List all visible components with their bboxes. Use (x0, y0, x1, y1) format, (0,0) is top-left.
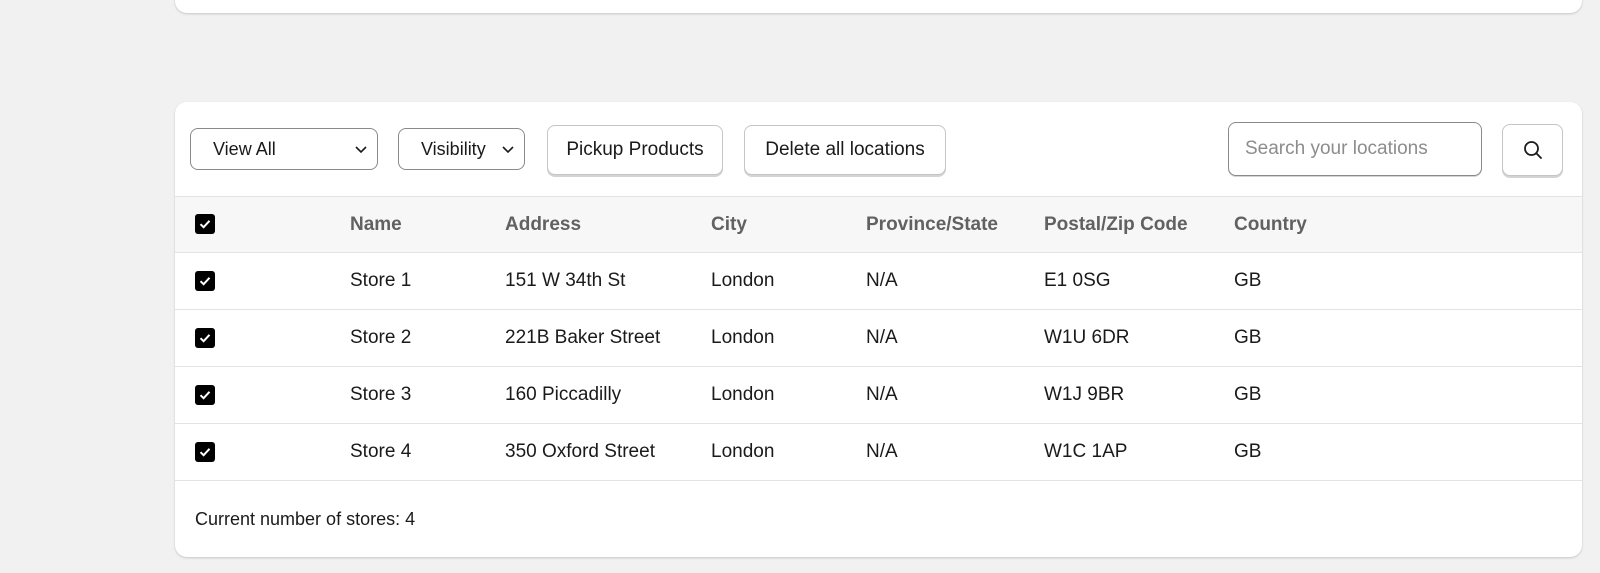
cell-country: GB (1234, 423, 1582, 481)
toolbar: View All Visibility Pickup Products Dele… (175, 102, 1582, 196)
row-checkbox[interactable] (195, 384, 215, 405)
column-header-city[interactable]: City (711, 196, 866, 253)
cell-city: London (711, 309, 866, 367)
cell-postal: W1U 6DR (1044, 309, 1234, 367)
cell-province: N/A (866, 423, 1044, 481)
chevron-down-icon (355, 146, 367, 154)
cell-city: London (711, 252, 866, 310)
cell-name: Store 2 (350, 309, 505, 367)
cell-province: N/A (866, 252, 1044, 310)
table-row[interactable]: Store 1 151 W 34th St London N/A E1 0SG … (175, 252, 1582, 310)
row-checkbox[interactable] (195, 441, 215, 462)
cell-postal: E1 0SG (1044, 252, 1234, 310)
row-select-cell (175, 309, 350, 367)
column-header-postal[interactable]: Postal/Zip Code (1044, 196, 1234, 253)
checkmark-icon (199, 220, 211, 230)
cell-country: GB (1234, 366, 1582, 424)
table-header-row: Name Address City Province/State Postal/… (175, 196, 1582, 253)
select-all-checkbox[interactable] (195, 214, 215, 235)
cell-name: Store 3 (350, 366, 505, 424)
cell-name: Store 4 (350, 423, 505, 481)
view-all-select[interactable]: View All (190, 128, 378, 170)
visibility-select-value: Visibility (421, 138, 486, 159)
cell-city: London (711, 423, 866, 481)
cell-country: GB (1234, 252, 1582, 310)
cell-address: 160 Piccadilly (505, 366, 711, 424)
cell-address: 221B Baker Street (505, 309, 711, 367)
column-header-name[interactable]: Name (350, 196, 505, 253)
row-checkbox[interactable] (195, 270, 215, 291)
delete-all-locations-button[interactable]: Delete all locations (744, 125, 946, 175)
table-row[interactable]: Store 3 160 Piccadilly London N/A W1J 9B… (175, 366, 1582, 424)
top-card (175, 0, 1582, 13)
search-input[interactable] (1228, 122, 1482, 176)
cell-postal: W1C 1AP (1044, 423, 1234, 481)
table-row[interactable]: Store 4 350 Oxford Street London N/A W1C… (175, 423, 1582, 481)
chevron-down-icon (502, 146, 514, 154)
cell-country: GB (1234, 309, 1582, 367)
select-all-cell (175, 196, 350, 253)
column-header-address[interactable]: Address (505, 196, 711, 253)
locations-table: Name Address City Province/State Postal/… (175, 196, 1582, 481)
store-count-text: Current number of stores: 4 (195, 509, 416, 529)
visibility-select[interactable]: Visibility (398, 128, 525, 170)
table-row[interactable]: Store 2 221B Baker Street London N/A W1U… (175, 309, 1582, 367)
row-select-cell (175, 252, 350, 310)
pickup-products-button[interactable]: Pickup Products (547, 125, 723, 175)
checkmark-icon (199, 391, 211, 400)
cell-postal: W1J 9BR (1044, 366, 1234, 424)
cell-address: 151 W 34th St (505, 252, 711, 310)
locations-card: View All Visibility Pickup Products Dele… (175, 102, 1582, 557)
checkmark-icon (199, 448, 211, 457)
row-checkbox[interactable] (195, 327, 215, 348)
cell-province: N/A (866, 309, 1044, 367)
checkmark-icon (199, 334, 211, 343)
cell-province: N/A (866, 366, 1044, 424)
cell-city: London (711, 366, 866, 424)
row-select-cell (175, 366, 350, 424)
column-header-province[interactable]: Province/State (866, 196, 1044, 253)
view-all-select-value: View All (213, 138, 276, 159)
row-select-cell (175, 423, 350, 481)
checkmark-icon (199, 277, 211, 286)
cell-address: 350 Oxford Street (505, 423, 711, 481)
column-header-country[interactable]: Country (1234, 196, 1582, 253)
search-icon (1523, 141, 1542, 159)
cell-name: Store 1 (350, 252, 505, 310)
search-button[interactable] (1502, 124, 1563, 176)
